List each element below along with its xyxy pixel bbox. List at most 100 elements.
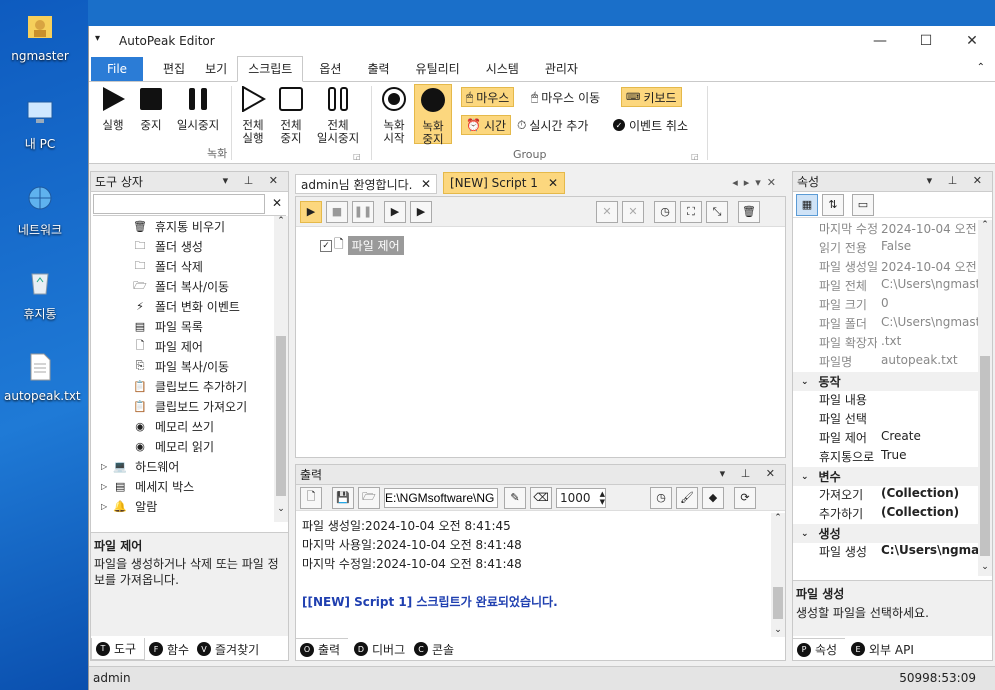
pane-controls[interactable]: ▾ ⊥ ✕	[927, 174, 988, 187]
pane-controls[interactable]: ▾ ⊥ ✕	[223, 174, 284, 187]
sort-alpha-icon[interactable]: ⇅	[822, 193, 844, 216]
tab-utility[interactable]: 유틸리티	[406, 57, 470, 81]
toolbox-search[interactable]: ✕	[93, 194, 286, 216]
open-folder-icon[interactable]: 🗁	[358, 486, 380, 509]
property-row[interactable]: 읽기 전용 False	[793, 239, 978, 258]
timer-button[interactable]: ◷	[654, 200, 676, 223]
tab-functions[interactable]: F 함수	[145, 638, 193, 660]
tab-tools[interactable]: T 도구	[91, 638, 145, 660]
tab-external-api[interactable]: E 외부 API	[847, 638, 918, 660]
desktop-icon-autopeak-txt[interactable]: autopeak.txt	[4, 352, 81, 403]
property-row[interactable]: 파일 생성일 2024-10-04 오전	[793, 258, 978, 277]
property-row[interactable]: 파일 폴더 C:\Users\ngmast	[793, 315, 978, 334]
scrollbar-thumb[interactable]	[980, 356, 990, 556]
pause-all-button[interactable]: 전체 일시중지	[311, 86, 365, 145]
expand-all-button[interactable]: ⛶	[680, 200, 702, 223]
tabstrip-controls[interactable]: ◂▸▾✕	[732, 176, 782, 189]
script-node-file-control[interactable]: ✓ 🗋 파일 제어	[320, 235, 404, 256]
tree-item-memory-write[interactable]: ◉ 메모리 쓰기	[91, 416, 275, 436]
time-toggle[interactable]: ⏰ 시간	[461, 115, 512, 135]
tab-console[interactable]: C 콘솔	[410, 638, 458, 660]
desktop-icon-network[interactable]: 네트워크	[4, 184, 76, 238]
tree-item-file-list[interactable]: ▤ 파일 목록	[91, 316, 275, 336]
close-tab-icon[interactable]: ✕	[421, 177, 431, 191]
close-button[interactable]: ✕	[949, 26, 995, 56]
tree-group-hardware[interactable]: ▷ 💻 하드웨어	[91, 456, 275, 476]
fill-icon[interactable]: ◆	[702, 486, 724, 509]
tab-debug[interactable]: D 디버그	[350, 638, 409, 660]
group-dialog-launcher-icon[interactable]: ◲	[353, 152, 361, 161]
stop-script-button[interactable]: ■	[326, 200, 348, 223]
run-button[interactable]: 실행	[97, 86, 129, 132]
delete-all-disabled-button[interactable]: ✕	[622, 200, 644, 223]
desktop-icon-recycle-bin[interactable]: 휴지통	[4, 268, 76, 322]
maximize-button[interactable]: ☐	[903, 26, 949, 56]
tab-script-1[interactable]: [NEW] Script 1 ✕	[443, 172, 565, 194]
tab-output[interactable]: 출력	[357, 57, 399, 81]
mouse-move-toggle[interactable]: 🖱 마우스 이동	[531, 87, 600, 107]
pane-controls[interactable]: ▾ ⊥ ✕	[720, 467, 781, 480]
tab-options[interactable]: 옵션	[309, 57, 351, 81]
eraser-icon[interactable]: ⌫	[530, 486, 552, 509]
collapse-icon[interactable]: ⌄	[801, 377, 809, 387]
desktop-icon-ngmaster[interactable]: ngmaster	[4, 12, 76, 63]
run-script-button[interactable]: ▶	[300, 200, 322, 223]
tree-item-folder-copy[interactable]: 🗁 폴더 복사/이동	[91, 276, 275, 296]
tree-item-folder-event[interactable]: ⚡ 폴더 변화 이벤트	[91, 296, 275, 316]
tree-item-file-control[interactable]: 🗋 파일 제어	[91, 336, 275, 356]
tab-file[interactable]: File	[91, 57, 143, 81]
property-row[interactable]: 휴지통으로 True	[793, 448, 978, 467]
tree-item-file-copy[interactable]: ⎘ 파일 복사/이동	[91, 356, 275, 376]
property-category-create[interactable]: ⌄ 생성	[793, 524, 978, 543]
tree-item-folder-delete[interactable]: 🗀 폴더 삭제	[91, 256, 275, 276]
spin-arrows-icon[interactable]: ▲ ▼	[600, 490, 605, 506]
brush-icon[interactable]: 🖌	[676, 486, 698, 509]
realtime-add-button[interactable]: ⏱ 실시간 추가	[517, 115, 588, 135]
record-start-button[interactable]: 녹화 시작	[377, 86, 411, 145]
keyboard-toggle[interactable]: ⌨ 키보드	[621, 87, 682, 107]
property-pages-icon[interactable]: ▭	[852, 193, 874, 216]
tab-output[interactable]: O 출력	[296, 638, 348, 660]
pause-button[interactable]: 일시중지	[171, 86, 225, 132]
trash-button[interactable]: 🗑	[738, 200, 760, 223]
step-into-button[interactable]: ▶	[410, 200, 432, 223]
tree-item-clipboard-add[interactable]: 📋 클립보드 추가하기	[91, 376, 275, 396]
property-category-action[interactable]: ⌄ 동작	[793, 372, 978, 391]
event-cancel-button[interactable]: ✓ 이벤트 취소	[613, 115, 688, 135]
tree-item-empty-trash[interactable]: 🗑 휴지통 비우기	[91, 216, 275, 236]
property-row[interactable]: 가져오기 (Collection)	[793, 486, 978, 505]
properties-scrollbar[interactable]: ⌃ ⌄	[978, 220, 992, 576]
output-path-input[interactable]	[384, 487, 498, 508]
mouse-toggle[interactable]: 🖱 마우스	[461, 87, 515, 107]
collapse-icon[interactable]: ⌄	[801, 472, 809, 482]
group-dialog-launcher-icon[interactable]: ◲	[691, 152, 699, 161]
expand-icon[interactable]: ▷	[101, 462, 107, 471]
wand-icon[interactable]: ✎	[504, 486, 526, 509]
delete-disabled-button[interactable]: ✕	[596, 200, 618, 223]
property-row[interactable]: 파일명 autopeak.txt	[793, 353, 978, 372]
desktop-icon-my-pc[interactable]: 내 PC	[4, 98, 76, 152]
property-row[interactable]: 파일 선택	[793, 410, 978, 429]
expand-icon[interactable]: ▷	[101, 502, 107, 511]
tab-view[interactable]: 보기	[195, 57, 237, 81]
toolbox-search-input[interactable]	[93, 194, 265, 214]
tree-item-folder-create[interactable]: 🗀 폴더 생성	[91, 236, 275, 256]
refresh-icon[interactable]: ⟳	[734, 486, 756, 509]
collapse-ribbon-icon[interactable]: ⌃	[977, 62, 985, 73]
tab-script[interactable]: 스크립트	[237, 56, 304, 82]
property-row[interactable]: 파일 제어 Create	[793, 429, 978, 448]
close-tab-icon[interactable]: ✕	[548, 176, 558, 190]
clear-search-icon[interactable]: ✕	[272, 196, 282, 210]
window-menu-icon[interactable]: ▾	[95, 33, 100, 44]
property-row[interactable]: 파일 생성 C:\Users\ngma	[793, 543, 978, 562]
line-count-stepper[interactable]: 1000 ▲ ▼	[556, 487, 606, 508]
tab-system[interactable]: 시스템	[476, 57, 529, 81]
property-row[interactable]: 파일 확장자 .txt	[793, 334, 978, 353]
collapse-icon[interactable]: ⌄	[801, 529, 809, 539]
output-scrollbar[interactable]: ⌃ ⌄	[771, 513, 785, 637]
save-icon[interactable]: 💾	[332, 486, 354, 509]
stop-all-button[interactable]: 전체 중지	[275, 86, 307, 145]
expand-icon[interactable]: ▷	[101, 482, 107, 491]
tree-item-clipboard-get[interactable]: 📋 클립보드 가져오기	[91, 396, 275, 416]
tab-properties[interactable]: P 속성	[793, 638, 845, 660]
